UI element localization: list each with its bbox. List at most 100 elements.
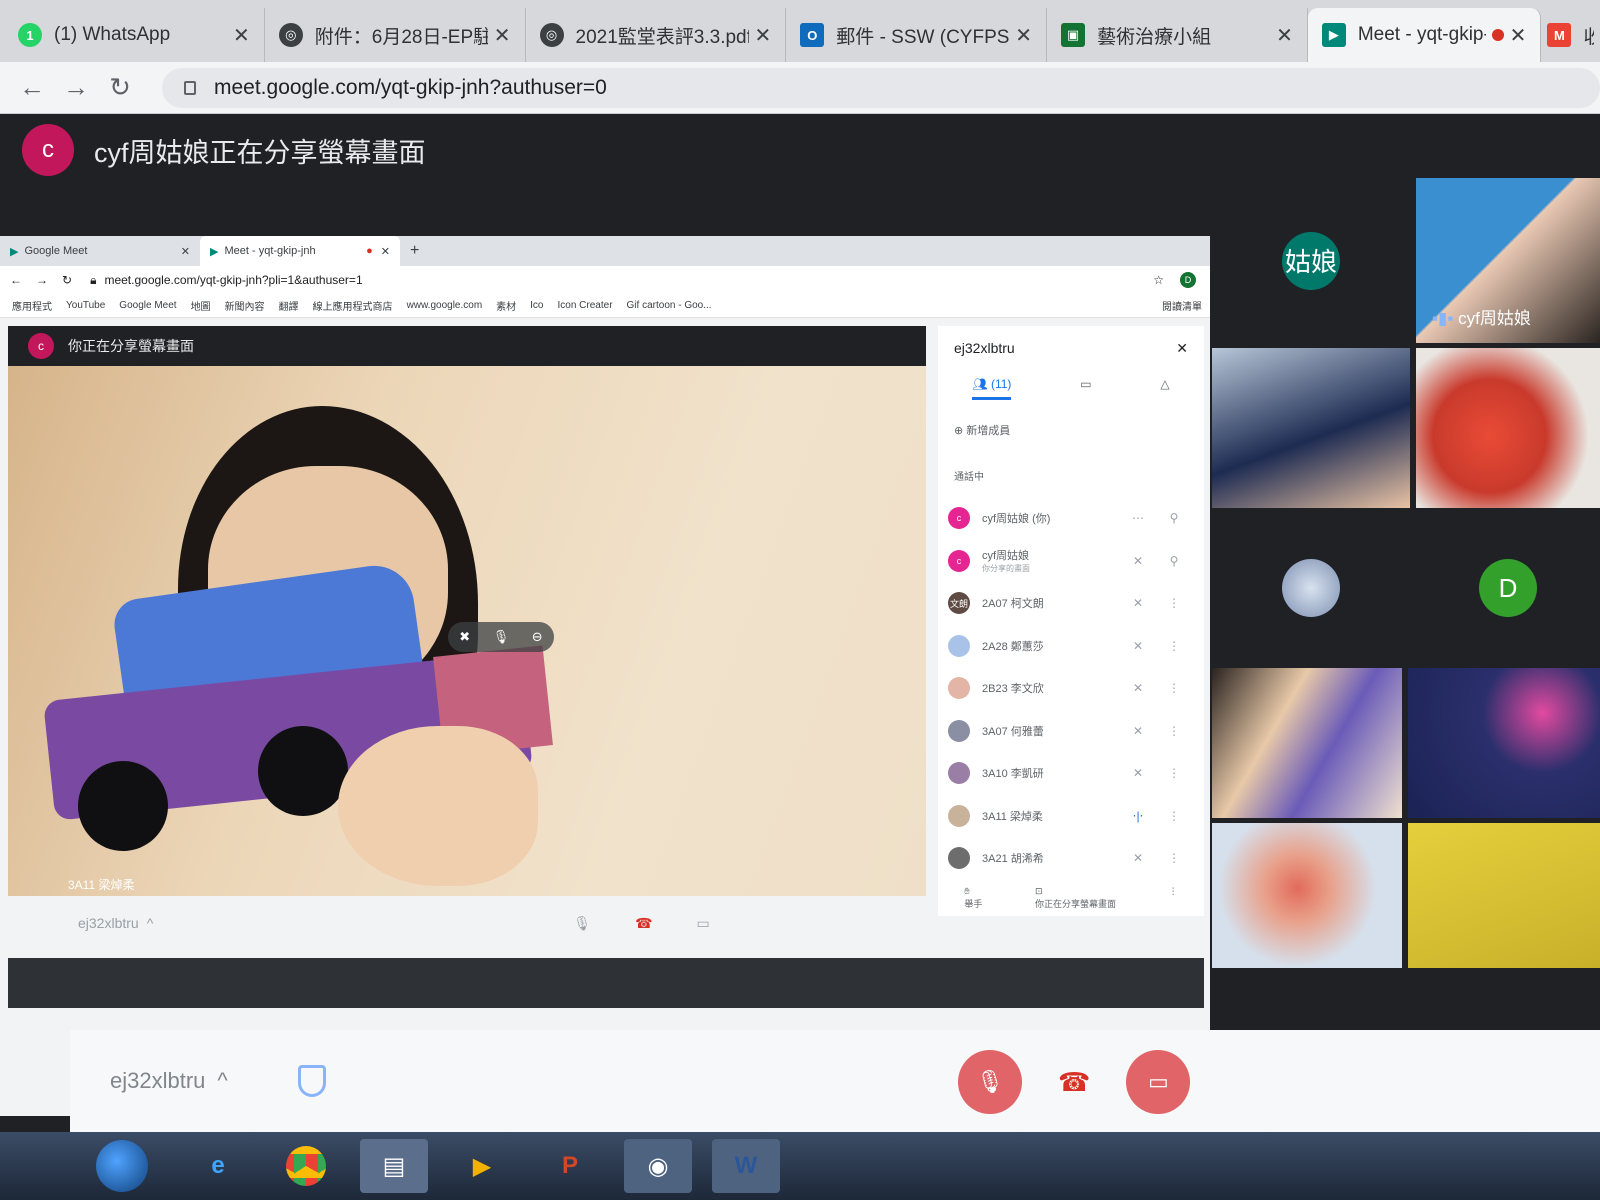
word-icon[interactable]: W <box>712 1139 780 1193</box>
shared-tab-google-meet: ▶ Google Meet ✕ <box>0 236 200 266</box>
close-icon[interactable]: ✕ <box>1015 23 1032 48</box>
more-icon[interactable]: ⋯ <box>1120 511 1156 525</box>
participant-row[interactable]: 3A21 胡浠希 ✕ ⋮ <box>938 837 1204 880</box>
participant-row[interactable]: c cyf周姑娘 你分享的畫面 ✕ ⚲ <box>938 540 1204 583</box>
participant-row[interactable]: 文朗 2A07 柯文朗 ✕ ⋮ <box>938 582 1204 625</box>
bookmark-apps: 應用程式 <box>12 302 52 313</box>
tab-label: 收件 <box>1583 26 1594 48</box>
mic-off-icon[interactable]: ✕ <box>1120 851 1156 865</box>
participant-tile[interactable] <box>1408 668 1600 818</box>
tile-controls[interactable]: ✖ 🎙︎ ⊖ <box>448 622 554 652</box>
tab-classroom[interactable]: ▣ 藝術治療小組 ✕ <box>1047 8 1308 62</box>
media-player-icon[interactable]: ▶ <box>448 1139 516 1193</box>
more-vert-icon[interactable]: ⋮ <box>1156 766 1192 780</box>
participant-row[interactable]: 2B23 李文欣 ✕ ⋮ <box>938 667 1204 710</box>
chevron-up-icon[interactable]: ^ <box>217 1068 227 1094</box>
participant-tile[interactable] <box>1416 348 1600 508</box>
participant-row[interactable]: 3A10 李凱研 ✕ ⋮ <box>938 752 1204 795</box>
hangup-icon: ☎︎ <box>635 914 653 931</box>
meet-app-icon[interactable]: ◉ <box>624 1139 692 1193</box>
participant-tile[interactable] <box>1212 513 1410 663</box>
participant-tile[interactable] <box>1212 348 1410 508</box>
meet-icon: ▶ <box>210 245 219 258</box>
close-icon[interactable]: ✕ <box>1176 340 1188 357</box>
close-icon[interactable]: ✕ <box>494 23 511 48</box>
powerpoint-icon[interactable]: P <box>536 1139 604 1193</box>
address-bar: ← → ↻ meet.google.com/yqt-gkip-jnh?authu… <box>0 62 1600 114</box>
participant-name: 3A11 梁焯柔 <box>982 810 1043 823</box>
shared-tab-label: Google Meet <box>24 245 88 257</box>
participant-row[interactable]: 2A28 鄭蕙莎 ✕ ⋮ <box>938 625 1204 668</box>
forward-icon[interactable]: → <box>54 72 98 103</box>
mic-off-icon[interactable]: ✕ <box>1120 554 1156 568</box>
speaking-icon: ▪︎▮▪︎ <box>1432 309 1459 328</box>
tab-pdf[interactable]: ◎ 2021監堂表評3.3.pdf ✕ <box>526 8 787 62</box>
mic-off-icon[interactable]: ✕ <box>1120 724 1156 738</box>
more-vert-icon[interactable]: ⋮ <box>1156 851 1192 865</box>
more-vert-icon[interactable]: ⋮ <box>1156 809 1192 823</box>
remove-icon[interactable]: ⊖ <box>532 629 543 645</box>
close-icon[interactable]: ✕ <box>1276 23 1293 48</box>
pin-icon[interactable]: ⚲ <box>1156 511 1192 525</box>
shared-screen: ▶ Google Meet ✕ ▶ Meet - yqt-gkip-jnh ● … <box>0 236 1210 1116</box>
whatsapp-icon: 1 <box>18 23 42 47</box>
mic-off-icon[interactable]: ✕ <box>1120 639 1156 653</box>
mic-off-button[interactable]: 🎙︎ <box>958 1050 1022 1114</box>
tab-people[interactable]: 👥︎ (11) <box>972 377 1012 400</box>
explorer-icon[interactable]: ▤ <box>360 1139 428 1193</box>
start-button[interactable] <box>96 1140 148 1192</box>
avatar: 文朗 <box>948 592 970 615</box>
mic-off-icon[interactable]: ✕ <box>1120 681 1156 695</box>
meet-page: c cyf周姑娘正在分享螢幕畫面 ▶ Google Meet ✕ ▶ Meet … <box>0 114 1600 1200</box>
more-vert-icon[interactable]: ⋮ <box>1156 681 1192 695</box>
more-vert-icon[interactable]: ⋮ <box>1156 596 1192 610</box>
participant-tile[interactable]: 姑娘 <box>1212 178 1410 343</box>
participant-tile[interactable]: ▪︎▮▪︎ cyf周姑娘 <box>1416 178 1600 343</box>
url-field[interactable]: meet.google.com/yqt-gkip-jnh?authuser=0 <box>162 67 1600 108</box>
participant-row[interactable]: c cyf周姑娘 (你) ⋯ ⚲ <box>938 497 1204 540</box>
reload-icon[interactable]: ↻ <box>98 72 142 103</box>
recording-icon <box>1491 29 1504 41</box>
more-vert-icon[interactable]: ⋮ <box>1156 724 1192 738</box>
security-shield-icon[interactable] <box>297 1065 326 1097</box>
camera-off-button[interactable]: ▭ <box>1126 1050 1191 1114</box>
participant-tile[interactable] <box>1212 823 1402 968</box>
chat-icon[interactable]: ▭ <box>1080 377 1091 400</box>
participant-row[interactable]: 3A11 梁焯柔 ⋅|⋅ ⋮ <box>938 795 1204 838</box>
participant-subtitle: 你分享的畫面 <box>982 564 1030 574</box>
mic-off-icon[interactable]: ✕ <box>1120 596 1156 610</box>
close-icon[interactable]: ✕ <box>233 23 250 48</box>
activities-icon[interactable]: △ <box>1160 377 1169 400</box>
pin-icon[interactable]: ✖ <box>459 629 470 645</box>
tab-meet[interactable]: ▶ Meet - yqt-gkip-jnh ✕ <box>1307 8 1542 62</box>
participant-row[interactable]: 3A07 何雅蕾 ✕ ⋮ <box>938 710 1204 753</box>
reading-list: 閱讀清單 <box>1162 302 1202 313</box>
participant-tile[interactable] <box>1212 668 1402 818</box>
mic-off-icon: 🎙︎ <box>976 1069 1004 1094</box>
chrome-icon[interactable] <box>272 1139 340 1193</box>
meet-control-bar: ej32xlbtru ^ 🎙︎ ☎︎ ▭ <box>70 1030 1600 1132</box>
add-people-button[interactable]: ⊕ 新增成員 <box>954 422 1188 438</box>
participant-name: 3A10 李凱研 <box>982 768 1044 781</box>
tab-outlook[interactable]: O 郵件 - SSW (CYFPS) 全宗 ✕ <box>786 8 1048 62</box>
more-vert-icon[interactable]: ⋮ <box>1156 639 1192 653</box>
tab-whatsapp[interactable]: 1 (1) WhatsApp ✕ <box>4 8 265 62</box>
tab-gmail[interactable]: M 收件 <box>1541 8 1600 62</box>
mic-off-icon[interactable]: ✕ <box>1120 766 1156 780</box>
participant-tile[interactable]: D <box>1416 513 1600 663</box>
hangup-button[interactable]: ☎︎ <box>1058 1067 1090 1098</box>
mic-icon[interactable]: 🎙︎ <box>493 629 510 645</box>
shared-share-notice: c 你正在分享螢幕畫面 <box>8 326 926 366</box>
ie-icon[interactable]: e <box>184 1139 252 1193</box>
pin-icon[interactable]: ⚲ <box>1156 554 1192 568</box>
close-icon: ✕ <box>380 245 390 258</box>
meet-icon: ▶ <box>10 245 19 258</box>
tab-attachment[interactable]: ◎ 附件：6月28日-EP駐校E ✕ <box>265 8 526 62</box>
participant-tile[interactable] <box>1408 823 1600 968</box>
people-count: (11) <box>990 377 1012 391</box>
shared-meeting-code: ej32xlbtru <box>78 915 139 931</box>
close-icon[interactable]: ✕ <box>1510 23 1527 48</box>
close-icon[interactable]: ✕ <box>755 23 772 48</box>
back-icon[interactable]: ← <box>10 72 54 103</box>
participant-name: cyf周姑娘 (你) <box>982 513 1051 526</box>
